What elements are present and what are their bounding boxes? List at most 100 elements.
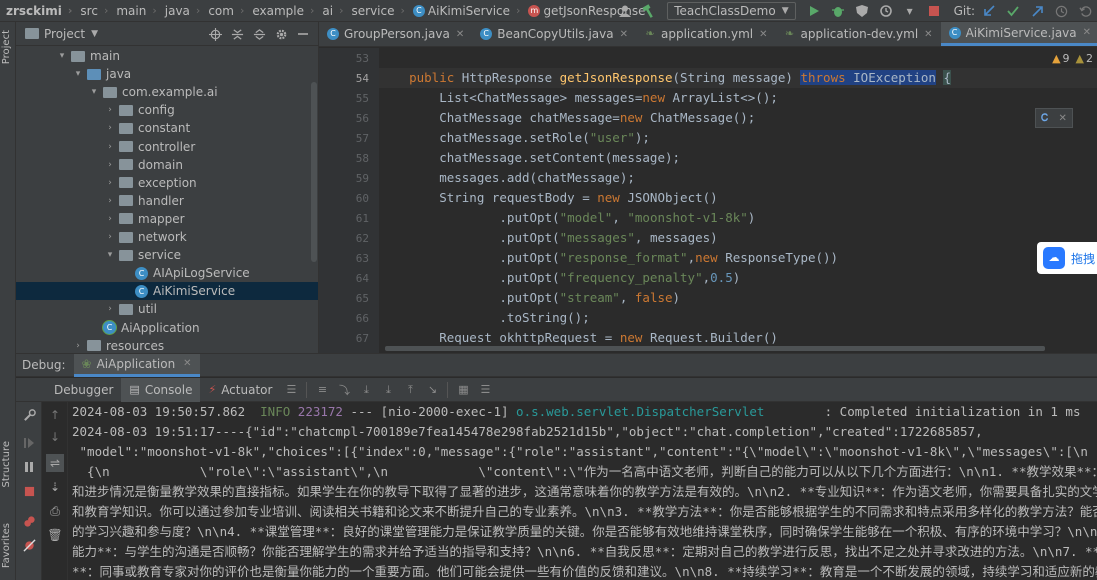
- favorites-tool-tab[interactable]: Favorites: [1, 523, 12, 568]
- tab-console[interactable]: ▤ Console: [121, 377, 201, 402]
- trace-icon[interactable]: ☰: [475, 380, 495, 400]
- breadcrumb-example[interactable]: example ›: [246, 0, 316, 22]
- horizontal-scrollbar[interactable]: [385, 346, 1045, 351]
- floating-drag-widget[interactable]: ☁ 拖拽: [1037, 242, 1097, 274]
- breadcrumb-class[interactable]: C AiKimiService ›: [407, 0, 523, 22]
- close-icon[interactable]: ✕: [456, 29, 464, 40]
- scroll-to-end-icon[interactable]: ⇣: [46, 478, 64, 496]
- console-output[interactable]: 2024-08-03 19:50:57.862 INFO 223172 --- …: [68, 402, 1097, 580]
- show-execution-point-icon[interactable]: ≡: [312, 380, 332, 400]
- git-commit-icon[interactable]: [1003, 2, 1023, 20]
- breadcrumb-service[interactable]: service ›: [346, 0, 407, 22]
- debug-bug-icon[interactable]: [828, 2, 848, 20]
- project-tool-tab[interactable]: Project: [1, 30, 12, 64]
- coverage-icon[interactable]: [852, 2, 872, 20]
- step-into-icon[interactable]: ⤓: [356, 380, 376, 400]
- mute-breakpoints-icon[interactable]: [20, 536, 38, 554]
- breadcrumb-com[interactable]: com ›: [202, 0, 246, 22]
- stop-icon[interactable]: [924, 2, 944, 20]
- git-rollback-icon[interactable]: [1075, 2, 1095, 20]
- debug-session-tab[interactable]: ❀ AiApplication ✕: [73, 353, 200, 377]
- tree-item-service[interactable]: ▾ service: [16, 246, 318, 264]
- locate-file-icon[interactable]: [206, 25, 224, 43]
- tree-item-java[interactable]: ▾ java: [16, 65, 318, 83]
- chevron-down-icon[interactable]: ▾: [88, 87, 100, 97]
- breadcrumb-main[interactable]: main ›: [110, 0, 158, 22]
- run-icon[interactable]: [804, 2, 824, 20]
- tab-beancopyutils[interactable]: C BeanCopyUtils.java ✕: [472, 22, 636, 46]
- chevron-right-icon[interactable]: ›: [104, 232, 116, 242]
- gear-icon[interactable]: [272, 25, 290, 43]
- chevron-right-icon[interactable]: ›: [104, 123, 116, 133]
- breadcrumb-java[interactable]: java ›: [159, 0, 203, 22]
- close-icon[interactable]: ✕: [183, 358, 191, 369]
- arrow-down-icon[interactable]: ↓: [46, 428, 64, 446]
- evaluate-expression-icon[interactable]: ▦: [453, 380, 473, 400]
- breadcrumb-src[interactable]: src ›: [74, 0, 110, 22]
- breadcrumb-ai[interactable]: ai ›: [316, 0, 345, 22]
- chevron-down-icon[interactable]: ▾: [72, 69, 84, 79]
- run-to-cursor-icon[interactable]: ↘: [422, 380, 442, 400]
- translate-popup[interactable]: Ꮯ ✕: [1035, 108, 1073, 128]
- tree-item-aikimiservice[interactable]: C AiKimiService: [16, 282, 318, 301]
- tree-item-main[interactable]: ▾ main: [16, 47, 318, 65]
- inspection-widget[interactable]: ▲ 9 ▲ 2: [1052, 52, 1093, 65]
- chevron-right-icon[interactable]: ›: [104, 304, 116, 314]
- hide-panel-icon[interactable]: [294, 25, 312, 43]
- close-icon[interactable]: ✕: [620, 29, 628, 40]
- git-history-icon[interactable]: [1051, 2, 1071, 20]
- tree-item-handler[interactable]: › handler: [16, 192, 318, 210]
- chevron-down-icon[interactable]: ▾: [56, 51, 68, 61]
- tree-item-resources[interactable]: › resources: [16, 337, 318, 353]
- build-hammer-icon[interactable]: [639, 2, 659, 20]
- tab-actuator[interactable]: ⚡ Actuator: [200, 378, 280, 402]
- menu-lines-icon[interactable]: ☰: [281, 380, 301, 400]
- wrench-icon[interactable]: [20, 406, 38, 424]
- project-view-select[interactable]: Project ▼: [22, 27, 98, 41]
- translate-icon[interactable]: Ꮯ: [1041, 113, 1048, 124]
- resume-icon[interactable]: [20, 434, 38, 452]
- run-configuration-select[interactable]: TeachClassDemo ▼: [667, 2, 796, 20]
- more-run-options-icon[interactable]: ▾: [900, 2, 920, 20]
- user-icon[interactable]: [615, 2, 635, 20]
- expand-all-icon[interactable]: [228, 25, 246, 43]
- chevron-right-icon[interactable]: ›: [104, 142, 116, 152]
- chevron-down-icon[interactable]: ▾: [104, 250, 116, 260]
- chevron-right-icon[interactable]: ›: [104, 178, 116, 188]
- tab-application-yml[interactable]: ❧ application.yml ✕: [636, 22, 776, 46]
- force-step-into-icon[interactable]: ⤓: [378, 380, 398, 400]
- structure-tool-tab[interactable]: Structure: [1, 441, 12, 488]
- tree-item-util[interactable]: › util: [16, 300, 318, 318]
- arrow-up-icon[interactable]: ↑: [46, 406, 64, 424]
- git-update-icon[interactable]: [979, 2, 999, 20]
- chevron-right-icon[interactable]: ›: [104, 214, 116, 224]
- tree-item-mapper[interactable]: › mapper: [16, 210, 318, 228]
- profile-icon[interactable]: [876, 2, 896, 20]
- tab-groupperson[interactable]: C GroupPerson.java ✕: [319, 22, 472, 46]
- tree-item-aiapplication[interactable]: C AiApplication: [16, 319, 318, 337]
- tree-item-controller[interactable]: › controller: [16, 138, 318, 156]
- git-push-icon[interactable]: [1027, 2, 1047, 20]
- close-icon[interactable]: ✕: [1083, 27, 1091, 38]
- tab-application-dev-yml[interactable]: ❧ application-dev.yml ✕: [776, 22, 941, 46]
- view-breakpoints-icon[interactable]: [20, 512, 38, 530]
- soft-wrap-icon[interactable]: ⇌: [46, 454, 64, 472]
- chevron-right-icon[interactable]: ›: [104, 160, 116, 170]
- tree-item-exception[interactable]: › exception: [16, 174, 318, 192]
- print-icon[interactable]: ⎙: [46, 502, 64, 520]
- tree-item-network[interactable]: › network: [16, 228, 318, 246]
- breadcrumb-project[interactable]: zrsckimi ›: [0, 0, 74, 22]
- trash-icon[interactable]: 🗑: [46, 526, 64, 544]
- chevron-right-icon[interactable]: ›: [72, 341, 84, 351]
- tree-item-com-example-ai[interactable]: ▾ com.example.ai: [16, 83, 318, 101]
- tab-debugger[interactable]: Debugger: [46, 378, 121, 402]
- tree-item-aiapilogservice[interactable]: C AIApiLogService: [16, 264, 318, 282]
- tree-item-constant[interactable]: › constant: [16, 119, 318, 137]
- collapse-all-icon[interactable]: [250, 25, 268, 43]
- tab-aikimiservice[interactable]: C AiKimiService.java ✕: [940, 22, 1097, 46]
- project-scrollbar[interactable]: [311, 82, 317, 262]
- close-icon[interactable]: ✕: [759, 29, 767, 40]
- code-editor[interactable]: public HttpResponse getJsonResponse(Stri…: [379, 48, 1097, 353]
- close-icon[interactable]: ✕: [1058, 113, 1066, 124]
- tree-item-domain[interactable]: › domain: [16, 156, 318, 174]
